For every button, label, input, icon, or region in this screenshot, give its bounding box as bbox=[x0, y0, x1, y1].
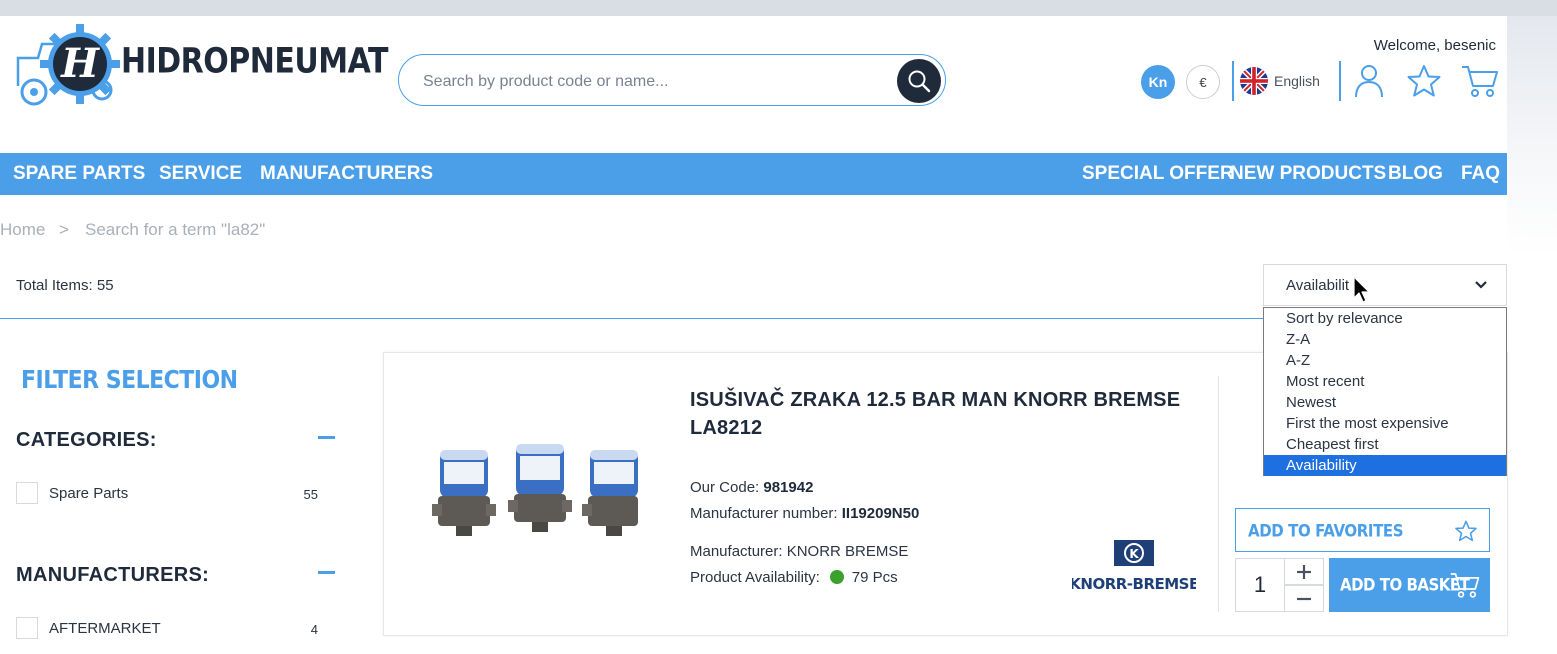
mouse-pointer-icon bbox=[1353, 276, 1370, 303]
chevron-down-icon bbox=[1475, 281, 1487, 289]
in-stock-indicator bbox=[829, 570, 844, 584]
nav-faq[interactable]: FAQ bbox=[1461, 153, 1500, 195]
knorr-bremse-wordmark: KNORR-BREMSE bbox=[1072, 575, 1196, 592]
brand-wordmark[interactable]: HIDROPNEUMAT bbox=[121, 41, 388, 81]
mfr-number-value: II19209N50 bbox=[841, 505, 920, 522]
product-manufacturer: Manufacturer: KNORR BREMSE bbox=[690, 543, 908, 560]
user-account-icon[interactable] bbox=[1354, 64, 1384, 98]
manufacturer-checkbox[interactable] bbox=[16, 617, 38, 639]
total-items-count: Total Items: 55 bbox=[16, 277, 114, 294]
sort-option[interactable]: Cheapest first bbox=[1264, 434, 1506, 455]
sort-select[interactable]: Availabilit bbox=[1263, 264, 1507, 306]
categories-heading: CATEGORIES: bbox=[16, 429, 157, 451]
sort-option[interactable]: Z-A bbox=[1264, 329, 1506, 350]
nav-new-products[interactable]: NEW PRODUCTS bbox=[1230, 153, 1386, 195]
product-title[interactable]: ISUŠIVAČ ZRAKA 12.5 BAR MAN KNORR BREMSE… bbox=[690, 386, 1210, 442]
add-to-favorites-button[interactable]: ADD TO FAVORITES bbox=[1235, 508, 1490, 552]
knorr-bremse-logo: K KNORR-BREMSE bbox=[1069, 540, 1199, 593]
manufacturer-count: 4 bbox=[310, 622, 318, 637]
manufacturer-value: KNORR BREMSE bbox=[786, 543, 909, 560]
breadcrumb-home[interactable]: Home bbox=[0, 220, 45, 240]
knorr-bremse-emblem: K KNORR-BREMSE bbox=[1069, 540, 1199, 593]
product-availability: Product Availability: 79 Pcs bbox=[690, 569, 898, 586]
manufacturer-label: AFTERMARKET bbox=[49, 620, 161, 637]
quantity-input[interactable]: 1 bbox=[1235, 558, 1285, 612]
sort-option[interactable]: Newest bbox=[1264, 392, 1506, 413]
add-to-basket-button[interactable]: ADD TO BASKET bbox=[1329, 558, 1490, 612]
basket-cart-icon bbox=[1450, 573, 1480, 598]
mfr-number-label: Manufacturer number: bbox=[690, 505, 838, 522]
search-bar bbox=[398, 54, 946, 106]
shopping-cart-icon[interactable] bbox=[1461, 64, 1499, 98]
our-code-label: Our Code: bbox=[690, 479, 760, 496]
search-button[interactable] bbox=[897, 59, 941, 103]
product-manufacturer-number: Manufacturer number: II19209N50 bbox=[690, 505, 919, 522]
sort-dropdown-list: Sort by relevance Z-A A-Z Most recent Ne… bbox=[1263, 307, 1507, 476]
category-label: Spare Parts bbox=[49, 485, 129, 502]
breadcrumb-current: Search for a term "la82" bbox=[85, 220, 266, 239]
language-selector[interactable]: English bbox=[1240, 67, 1320, 95]
nav-blog[interactable]: BLOG bbox=[1388, 153, 1443, 195]
welcome-text: Welcome, besenic bbox=[1373, 37, 1496, 54]
browser-top-strip bbox=[0, 0, 1557, 16]
sort-option[interactable]: First the most expensive bbox=[1264, 413, 1506, 434]
sort-option[interactable]: A-Z bbox=[1264, 350, 1506, 371]
header-divider bbox=[1232, 61, 1234, 101]
collapse-categories-icon[interactable] bbox=[318, 436, 335, 439]
nav-service[interactable]: SERVICE bbox=[159, 153, 242, 195]
sort-selected-value: Availabilit bbox=[1286, 277, 1350, 294]
add-to-favorites-label: ADD TO FAVORITES bbox=[1248, 521, 1404, 541]
language-label: English bbox=[1274, 73, 1320, 89]
product-our-code: Our Code: 981942 bbox=[690, 479, 813, 496]
currency-eur-button[interactable]: € bbox=[1186, 65, 1220, 99]
breadcrumb-separator: > bbox=[59, 220, 69, 239]
sort-option[interactable]: Sort by relevance bbox=[1264, 308, 1506, 329]
search-input[interactable] bbox=[421, 68, 885, 96]
minus-icon bbox=[1297, 597, 1311, 600]
card-divider bbox=[1218, 376, 1219, 612]
page-right-margin bbox=[1507, 16, 1557, 654]
availability-label: Product Availability: bbox=[690, 569, 820, 586]
svg-text:H: H bbox=[60, 40, 100, 87]
search-icon bbox=[908, 70, 931, 93]
sort-option[interactable]: Most recent bbox=[1264, 371, 1506, 392]
plus-icon bbox=[1297, 564, 1311, 579]
product-image[interactable] bbox=[430, 440, 644, 546]
favorites-star-icon[interactable] bbox=[1407, 64, 1441, 98]
nav-manufacturers[interactable]: MANUFACTURERS bbox=[260, 153, 433, 195]
svg-text:K: K bbox=[1129, 547, 1139, 561]
currency-kn-button[interactable]: Kn bbox=[1141, 65, 1175, 99]
main-navigation: SPARE PARTS SERVICE MANUFACTURERS SPECIA… bbox=[0, 153, 1507, 195]
nav-special-offer[interactable]: SPECIAL OFFER bbox=[1082, 153, 1234, 195]
quantity-increase-button[interactable] bbox=[1284, 558, 1324, 585]
sort-option-selected[interactable]: Availability bbox=[1264, 455, 1506, 476]
collapse-manufacturers-icon[interactable] bbox=[318, 571, 335, 574]
our-code-value: 981942 bbox=[763, 479, 814, 496]
header-divider bbox=[1339, 61, 1341, 101]
nav-spare-parts[interactable]: SPARE PARTS bbox=[13, 153, 145, 195]
manufacturers-heading: MANUFACTURERS: bbox=[16, 564, 210, 586]
category-count: 55 bbox=[303, 487, 318, 502]
manufacturer-label: Manufacturer: bbox=[690, 543, 783, 560]
star-icon bbox=[1455, 520, 1477, 542]
logo-tractor-emblem: H bbox=[16, 24, 120, 106]
filter-selection-title: FILTER SELECTION bbox=[21, 366, 238, 395]
uk-flag-icon bbox=[1240, 67, 1268, 95]
category-checkbox[interactable] bbox=[16, 482, 38, 504]
quantity-decrease-button[interactable] bbox=[1284, 585, 1324, 612]
availability-value: 79 Pcs bbox=[851, 569, 898, 586]
